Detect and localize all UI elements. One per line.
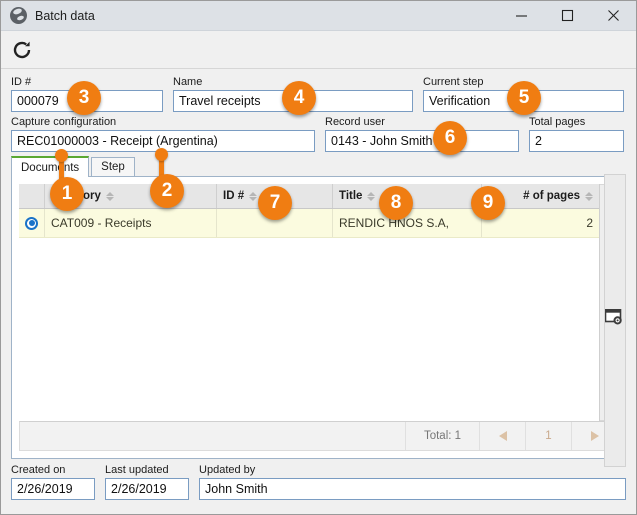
tab-documents-label: Documents [21,161,80,174]
callout-badge-3: 3 [67,81,101,115]
column-header-id-number-label: ID # [223,190,245,202]
label-last-updated: Last updated [105,464,169,476]
column-header-pages-label: # of pages [523,190,580,202]
globe-icon [10,7,27,24]
field-capture-configuration: Capture configuration REC01000003 - Rece… [11,115,315,152]
toolbar [1,31,636,69]
documents-grid: Category ID # Title # of pages [19,184,600,421]
chevron-right-icon [590,431,599,441]
label-capture-configuration: Capture configuration [11,116,117,128]
tab-documents[interactable]: Documents [11,156,90,177]
form-area: ID # 000079 Name Travel receipts Current… [1,69,636,152]
grid-header: Category ID # Title # of pages [19,184,599,209]
tabstrip: Documents Step [1,155,636,177]
callout-badge-2: 2 [150,174,184,208]
documents-panel: Category ID # Title # of pages [11,176,626,459]
callout-badge-7: 7 [258,186,292,220]
refresh-icon [13,41,31,58]
maximize-button[interactable] [544,1,590,31]
callout-badge-6: 6 [433,121,467,155]
tab-step[interactable]: Step [91,157,135,176]
input-last-updated[interactable]: 2/26/2019 [105,478,190,500]
field-updated-by: Updated by John Smith [199,463,627,500]
label-record-user: Record user [325,116,385,128]
preview-button[interactable] [604,308,623,325]
window-preview-icon [604,308,622,325]
grid-prev-page-button[interactable] [479,422,525,450]
field-last-updated: Last updated 2/26/2019 [105,463,190,500]
sort-icon-title[interactable] [367,191,376,201]
tab-step-label: Step [101,161,125,173]
minimize-button[interactable] [498,1,544,31]
grid-total-label: Total: 1 [405,422,479,450]
callout-badge-8: 8 [379,186,413,220]
close-button[interactable] [590,1,636,31]
form-row-2: Capture configuration REC01000003 - Rece… [11,115,626,152]
refresh-button[interactable] [5,33,39,67]
window-controls [498,1,636,31]
input-record-user[interactable]: 0143 - John Smith [325,130,519,152]
input-updated-by[interactable]: John Smith [199,478,627,500]
field-created-on: Created on 2/26/2019 [11,463,96,500]
batch-data-window: Batch data ID # 000079 Name Travel recei… [0,0,637,515]
cell-category: CAT009 - Receipts [45,209,217,237]
window-title: Batch data [35,8,95,23]
callout-badge-4: 4 [282,81,316,115]
sort-icon-category[interactable] [105,191,114,201]
grid-footer: Total: 1 1 [19,421,618,451]
label-total-pages: Total pages [529,116,586,128]
grid-wrap: Category ID # Title # of pages [12,177,625,421]
label-created-on: Created on [11,464,66,476]
row-select-cell[interactable] [19,209,45,237]
table-row[interactable]: CAT009 - Receipts RENDIC HNOS S.A, 2 [19,209,599,238]
callout-badge-5: 5 [507,81,541,115]
sort-icon-id-number[interactable] [249,191,258,201]
callout-badge-9: 9 [471,186,505,220]
field-total-pages: Total pages 2 [529,115,624,152]
field-record-user: Record user 0143 - John Smith [325,115,519,152]
label-updated-by: Updated by [199,464,256,476]
column-header-select [19,184,45,208]
callout-badge-1: 1 [50,177,84,211]
grid-body: CAT009 - Receipts RENDIC HNOS S.A, 2 [19,209,599,421]
input-total-pages[interactable]: 2 [529,130,624,152]
grid-page-number[interactable]: 1 [525,422,571,450]
chevron-left-icon [498,431,507,441]
input-created-on[interactable]: 2/26/2019 [11,478,96,500]
row-radio-icon[interactable] [25,216,38,230]
titlebar: Batch data [1,1,636,31]
bottom-row: Created on 2/26/2019 Last updated 2/26/2… [11,463,627,500]
column-header-title-label: Title [339,190,363,202]
bottom-area: Created on 2/26/2019 Last updated 2/26/2… [1,459,636,500]
sort-icon-pages[interactable] [585,191,593,201]
